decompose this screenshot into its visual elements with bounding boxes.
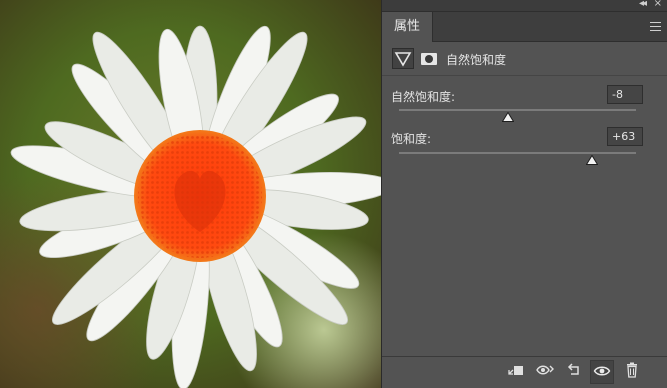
vibrance-label: 自然饱和度: (391, 90, 456, 104)
tab-properties[interactable]: 属性 (382, 12, 434, 42)
trash-icon[interactable] (620, 360, 644, 384)
eye-icon[interactable] (590, 360, 614, 384)
close-icon[interactable]: × (654, 0, 662, 10)
vibrance-slider-track[interactable] (399, 109, 636, 111)
daisy-photo (0, 0, 381, 388)
panel-menu-icon[interactable] (650, 22, 661, 31)
panel-top-strip: ◂◂ × (382, 0, 667, 12)
view-previous-state-icon[interactable] (533, 360, 557, 384)
saturation-label: 饱和度: (391, 132, 432, 146)
collapse-icon[interactable]: ◂◂ (639, 0, 647, 10)
layer-mask-icon[interactable] (421, 53, 437, 65)
vibrance-triangle-icon[interactable] (392, 48, 414, 69)
saturation-slider-track[interactable] (399, 152, 636, 154)
panel-tab-bar: 属性 (382, 12, 667, 42)
properties-panel: ◂◂ × 属性 自然饱和度 自然饱和度: 饱和度: (381, 0, 667, 388)
clip-to-layer-icon[interactable] (504, 360, 528, 384)
saturation-value-input[interactable] (607, 127, 643, 146)
canvas-image (0, 0, 381, 388)
reset-icon[interactable] (562, 360, 586, 384)
vibrance-value-input[interactable] (607, 85, 643, 104)
panel-bottom-bar (382, 356, 667, 388)
adjustment-header: 自然饱和度 (382, 42, 667, 76)
adjustment-title: 自然饱和度 (446, 53, 507, 67)
